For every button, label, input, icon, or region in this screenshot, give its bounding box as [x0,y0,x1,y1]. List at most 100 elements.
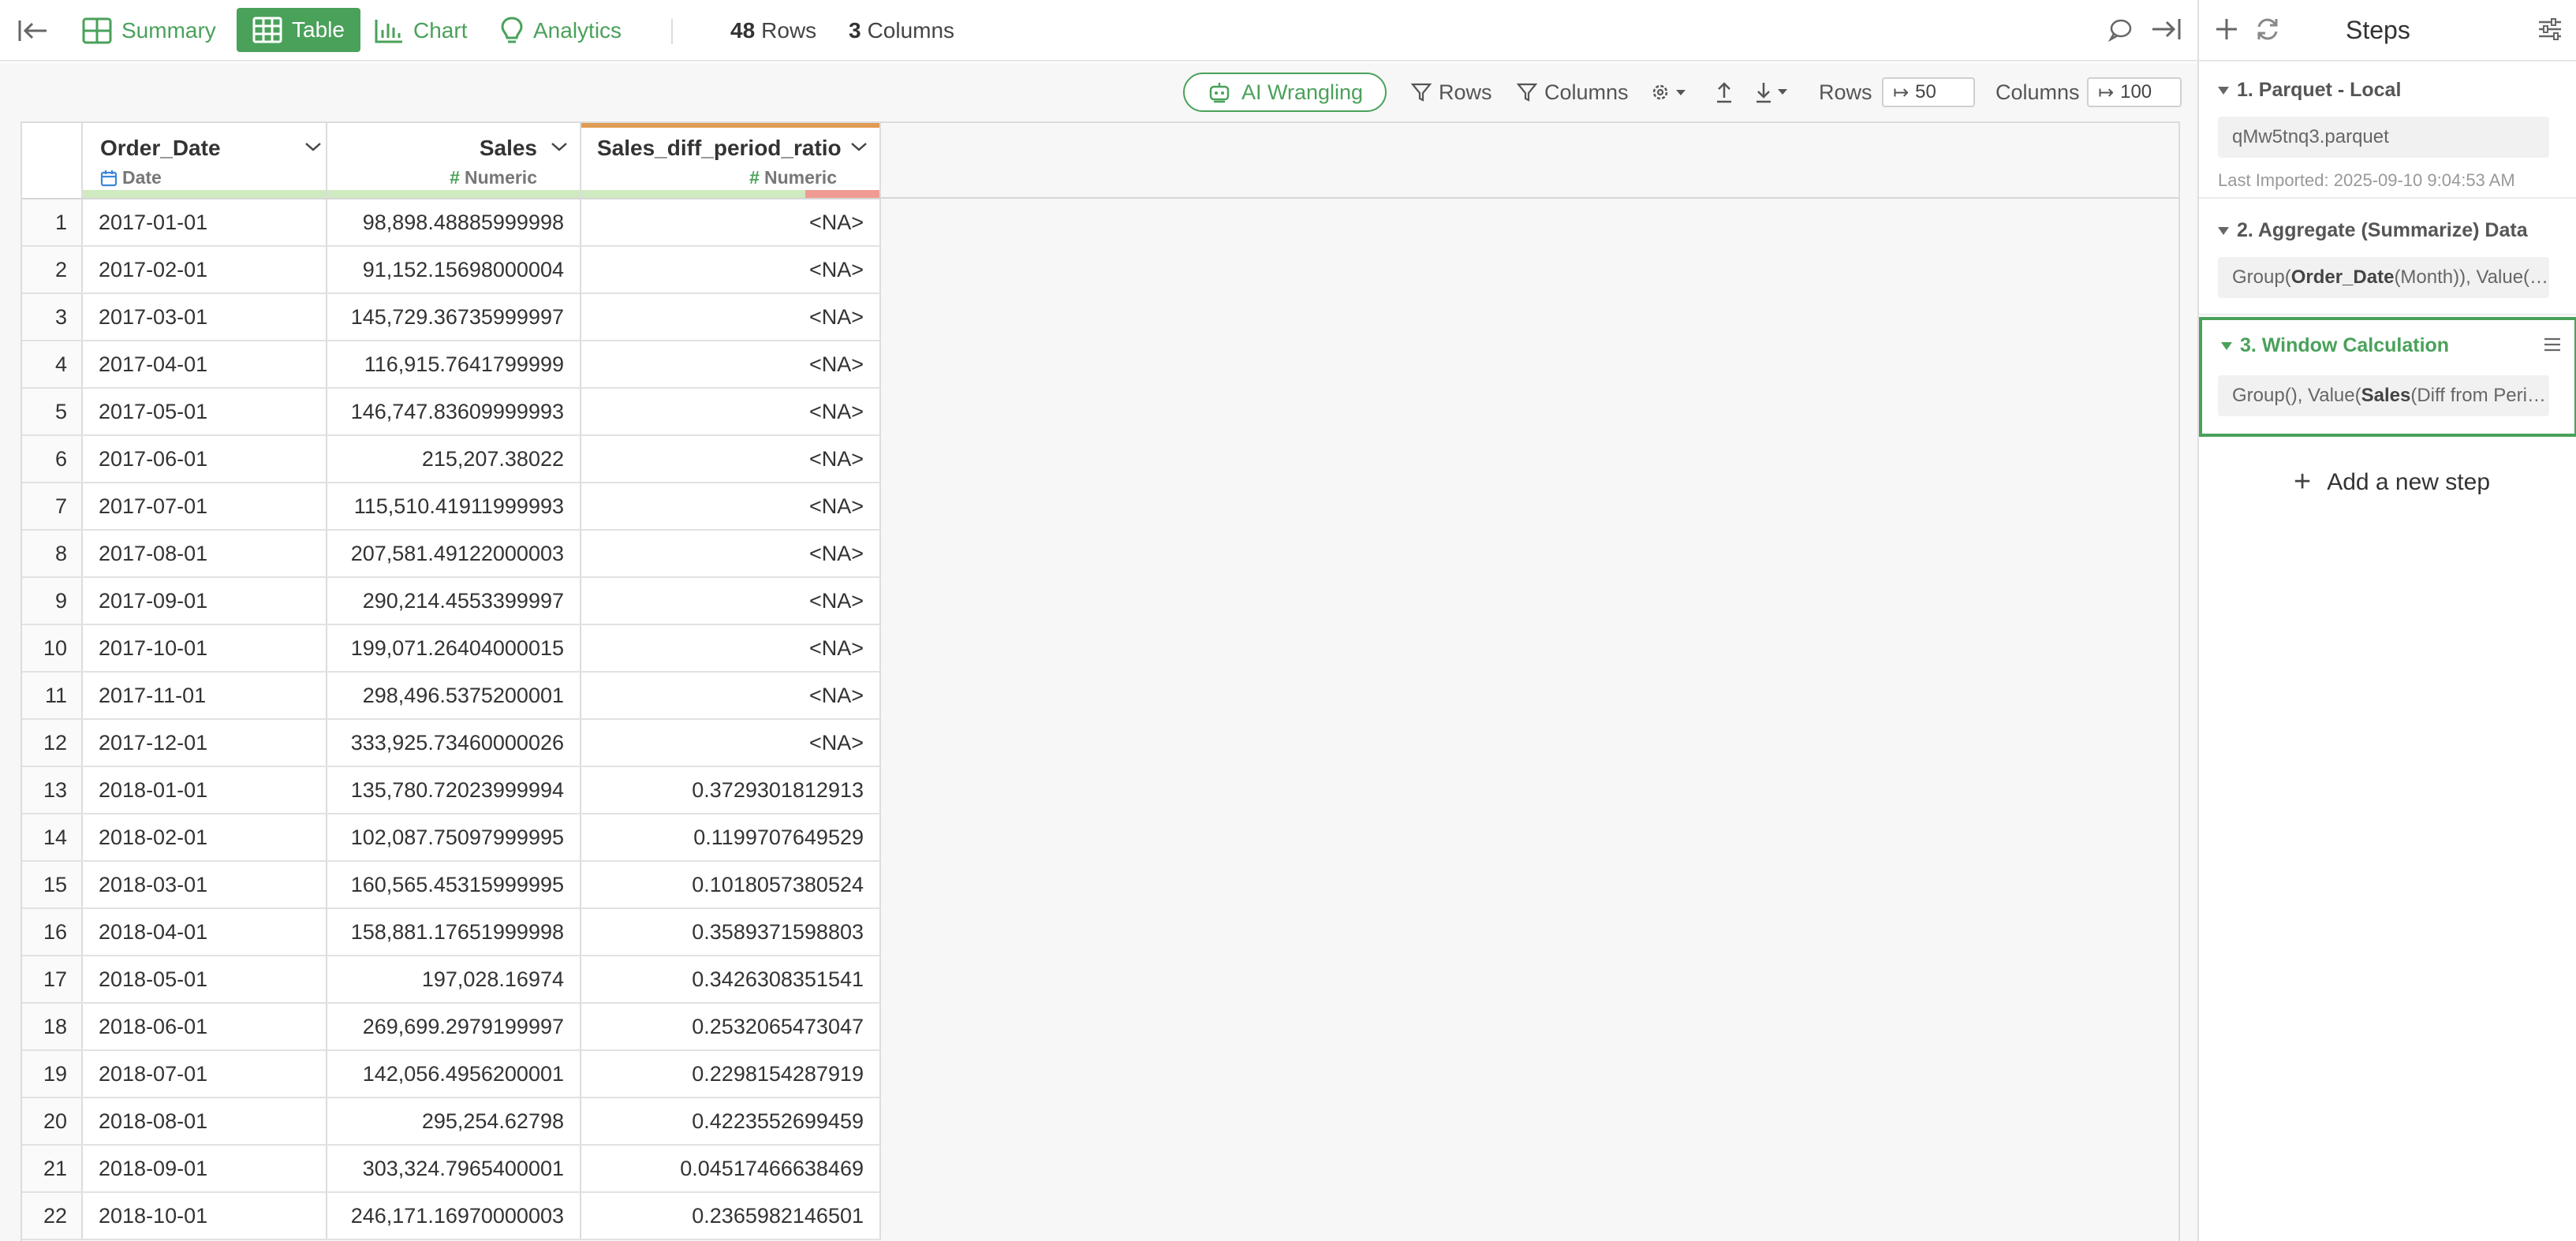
order-date-cell[interactable]: 2018-01-01 [82,766,327,814]
column-header-sales[interactable]: Sales # Numeric [327,123,581,199]
order-date-cell[interactable]: 2017-06-01 [82,435,327,483]
chevron-down-icon[interactable] [304,140,323,153]
sales-diff-ratio-cell[interactable]: <NA> [581,246,881,294]
sales-diff-ratio-cell[interactable]: 0.3426308351541 [581,956,881,1004]
sales-diff-ratio-cell[interactable]: <NA> [581,483,881,531]
step-title[interactable]: 3. Window Calculation [2221,334,2449,357]
table-row[interactable]: 11 2017-11-01 298,496.5375200001 <NA> [22,672,881,720]
sales-cell[interactable]: 197,028.16974 [327,956,581,1004]
order-date-cell[interactable]: 2018-09-01 [82,1145,327,1193]
column-header-sales-diff-period-ratio[interactable]: Sales_diff_period_ratio # Numeric [581,123,881,199]
rows-limit-input[interactable]: ↦ 50 [1882,77,1975,107]
tab-analytics[interactable]: Analytics [500,0,622,61]
collapse-right-button[interactable] [2150,16,2182,47]
order-date-cell[interactable]: 2018-04-01 [82,908,327,956]
order-date-cell[interactable]: 2017-01-01 [82,199,327,247]
order-date-cell[interactable]: 2018-05-01 [82,956,327,1004]
sales-cell[interactable]: 215,207.38022 [327,435,581,483]
comment-button[interactable] [2107,17,2133,47]
chevron-down-icon[interactable] [550,140,569,153]
sales-cell[interactable]: 333,925.73460000026 [327,719,581,767]
table-row[interactable]: 9 2017-09-01 290,214.4553399997 <NA> [22,577,881,625]
sales-cell[interactable]: 290,214.4553399997 [327,577,581,625]
sales-diff-ratio-cell[interactable]: 0.3589371598803 [581,908,881,956]
order-date-cell[interactable]: 2018-10-01 [82,1192,327,1240]
sales-cell[interactable]: 246,171.16970000003 [327,1192,581,1240]
table-row[interactable]: 14 2018-02-01 102,087.75097999995 0.1199707… [22,814,881,862]
table-row[interactable]: 12 2017-12-01 333,925.73460000026 <NA> [22,719,881,767]
sales-diff-ratio-cell[interactable]: <NA> [581,388,881,436]
sales-cell[interactable]: 158,881.17651999998 [327,908,581,956]
table-row[interactable]: 20 2018-08-01 295,254.62798 0.4223552699459 [22,1098,881,1146]
step-menu-button[interactable] [2543,336,2562,357]
row-filter-button[interactable]: Rows [1410,73,1492,112]
table-row[interactable]: 8 2017-08-01 207,581.49122000003 <NA> [22,530,881,578]
chevron-down-icon[interactable] [849,140,868,153]
sales-diff-ratio-cell[interactable]: 0.4223552699459 [581,1098,881,1146]
order-date-cell[interactable]: 2018-06-01 [82,1003,327,1051]
sales-diff-ratio-cell[interactable]: 0.04517466638469 [581,1145,881,1193]
sales-cell[interactable]: 91,152.15698000004 [327,246,581,294]
order-date-cell[interactable]: 2017-10-01 [82,624,327,673]
sales-cell[interactable]: 269,699.2979199997 [327,1003,581,1051]
order-date-cell[interactable]: 2017-02-01 [82,246,327,294]
order-date-cell[interactable]: 2017-07-01 [82,483,327,531]
sales-cell[interactable]: 102,087.75097999995 [327,814,581,862]
table-row[interactable]: 6 2017-06-01 215,207.38022 <NA> [22,435,881,483]
table-row[interactable]: 16 2018-04-01 158,881.17651999998 0.3589371… [22,908,881,956]
columns-limit-input[interactable]: ↦ 100 [2087,77,2182,107]
step-aggregate-data[interactable]: 2. Aggregate (Summarize) Data Group(Orde… [2199,200,2576,315]
sales-cell[interactable]: 135,780.72023999994 [327,766,581,814]
sales-cell[interactable]: 142,056.4956200001 [327,1050,581,1098]
table-row[interactable]: 1 2017-01-01 98,898.48885999998 <NA> [22,199,881,247]
table-row[interactable]: 18 2018-06-01 269,699.2979199997 0.25320654… [22,1003,881,1051]
tab-summary[interactable]: Summary [82,0,216,61]
order-date-cell[interactable]: 2018-08-01 [82,1098,327,1146]
table-row[interactable]: 2 2017-02-01 91,152.15698000004 <NA> [22,246,881,294]
sales-cell[interactable]: 303,324.7965400001 [327,1145,581,1193]
step-title[interactable]: 1. Parquet - Local [2218,79,2401,102]
sales-cell[interactable]: 160,565.45315999995 [327,861,581,909]
step-parquet-local[interactable]: 1. Parquet - Local qMw5tnq3.parquet Last… [2199,65,2576,199]
sales-diff-ratio-cell[interactable]: 0.3729301812913 [581,766,881,814]
sales-diff-ratio-cell[interactable]: 0.2532065473047 [581,1003,881,1051]
refresh-button[interactable] [2254,16,2281,47]
column-header-order-date[interactable]: Order_Date Date [82,123,327,199]
table-row[interactable]: 7 2017-07-01 115,510.41911999993 <NA> [22,483,881,531]
table-row[interactable]: 5 2017-05-01 146,747.83609999993 <NA> [22,388,881,436]
order-date-cell[interactable]: 2017-12-01 [82,719,327,767]
table-row[interactable]: 13 2018-01-01 135,780.72023999994 0.3729301… [22,766,881,814]
upload-button[interactable] [1713,73,1742,112]
sales-diff-ratio-cell[interactable]: 0.2365982146501 [581,1192,881,1240]
ai-wrangling-button[interactable]: AI Wrangling [1183,73,1387,112]
sales-diff-ratio-cell[interactable]: <NA> [581,199,881,247]
add-step-header-button[interactable] [2213,16,2240,47]
step-window-calculation[interactable]: 3. Window Calculation Group(), Value(Sal… [2199,317,2576,437]
sales-diff-ratio-cell[interactable]: 0.1018057380524 [581,861,881,909]
sales-diff-ratio-cell[interactable]: <NA> [581,530,881,578]
table-row[interactable]: 3 2017-03-01 145,729.36735999997 <NA> [22,293,881,341]
step-title[interactable]: 2. Aggregate (Summarize) Data [2218,219,2528,242]
sales-diff-ratio-cell[interactable]: 0.2298154287919 [581,1050,881,1098]
sales-diff-ratio-cell[interactable]: 0.1199707649529 [581,814,881,862]
sales-cell[interactable]: 116,915.7641799999 [327,341,581,389]
column-filter-button[interactable]: Columns [1516,73,1629,112]
sales-cell[interactable]: 146,747.83609999993 [327,388,581,436]
sales-cell[interactable]: 199,071.26404000015 [327,624,581,673]
table-row[interactable]: 4 2017-04-01 116,915.7641799999 <NA> [22,341,881,389]
sales-cell[interactable]: 295,254.62798 [327,1098,581,1146]
sales-cell[interactable]: 145,729.36735999997 [327,293,581,341]
tab-chart[interactable]: Chart [374,0,467,61]
order-date-cell[interactable]: 2018-03-01 [82,861,327,909]
order-date-cell[interactable]: 2017-05-01 [82,388,327,436]
table-row[interactable]: 19 2018-07-01 142,056.4956200001 0.22981542… [22,1050,881,1098]
sales-diff-ratio-cell[interactable]: <NA> [581,341,881,389]
step-detail[interactable]: qMw5tnq3.parquet [2218,117,2549,158]
table-settings-button[interactable] [1650,73,1696,112]
sales-cell[interactable]: 115,510.41911999993 [327,483,581,531]
table-row[interactable]: 10 2017-10-01 199,071.26404000015 <NA> [22,624,881,673]
sales-cell[interactable]: 298,496.5375200001 [327,672,581,720]
sales-diff-ratio-cell[interactable]: <NA> [581,577,881,625]
steps-settings-button[interactable] [2537,16,2563,47]
add-new-step-button[interactable]: + Add a new step [2294,465,2490,499]
